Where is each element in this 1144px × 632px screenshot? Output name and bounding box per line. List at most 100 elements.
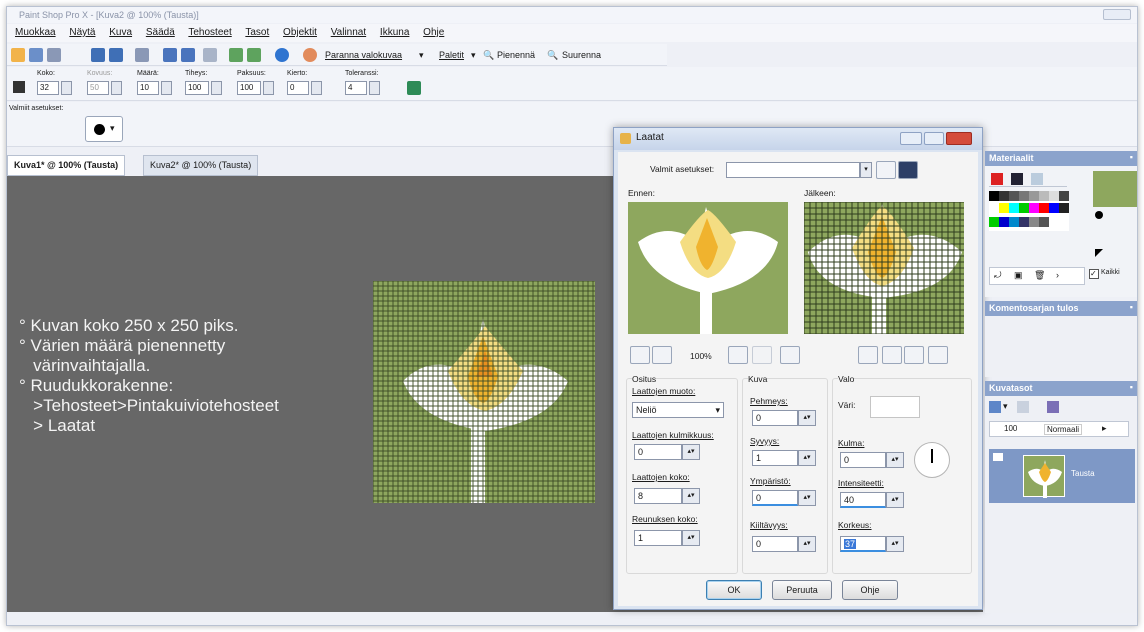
ambience-field[interactable]: 0: [752, 490, 798, 506]
navigate-icon[interactable]: [780, 346, 800, 364]
fit-icon[interactable]: [728, 346, 748, 364]
palette-tab-icon[interactable]: [991, 173, 1003, 185]
elevation-field[interactable]: 37: [840, 536, 886, 552]
menu-ikkuna[interactable]: Ikkuna: [380, 27, 409, 38]
depth-spinner[interactable]: ▴▾: [798, 450, 816, 466]
menu-ohje[interactable]: Ohje: [423, 27, 444, 38]
link-icon[interactable]: [1047, 401, 1059, 413]
enhance-photo-button[interactable]: Paranna valokuvaa: [325, 50, 402, 60]
brush-preset-button[interactable]: ▾: [85, 116, 123, 142]
redo-icon[interactable]: [181, 48, 195, 62]
minimize-button[interactable]: [900, 132, 922, 145]
thickness-spinner[interactable]: [263, 81, 274, 95]
mask-icon[interactable]: [1017, 401, 1029, 413]
color-swatches[interactable]: [989, 191, 1069, 231]
tiled-flower-image[interactable]: [373, 281, 595, 503]
new-icon[interactable]: [11, 48, 25, 62]
save-preset-icon[interactable]: [898, 161, 918, 179]
border-spinner[interactable]: ▴▾: [682, 530, 700, 546]
angle-field[interactable]: 0: [634, 444, 682, 460]
chevron-down-icon[interactable]: ▾: [1003, 401, 1008, 412]
chevron-down-icon[interactable]: ▾: [419, 50, 424, 61]
density-spinner[interactable]: [211, 81, 222, 95]
menu-valinnat[interactable]: Valinnat: [331, 27, 366, 38]
blend-mode-dropdown[interactable]: Normaali: [1044, 424, 1083, 435]
save-as-icon[interactable]: [109, 48, 123, 62]
shininess-spinner[interactable]: ▴▾: [798, 536, 816, 552]
dropper-icon[interactable]: ⤾: [994, 270, 1002, 281]
menu-nayta[interactable]: Näytä: [69, 27, 95, 38]
swap-icon[interactable]: [1095, 249, 1103, 257]
tolerance-spinner[interactable]: [369, 81, 380, 95]
light-angle-spinner[interactable]: ▴▾: [886, 452, 904, 468]
close-icon[interactable]: ▪: [1130, 382, 1133, 392]
all-tools-checkbox[interactable]: ✓: [1089, 269, 1099, 279]
density-field[interactable]: 100: [185, 81, 209, 95]
rotate-icon[interactable]: [247, 48, 261, 62]
intensity-field[interactable]: 40: [840, 492, 886, 508]
layer-row[interactable]: Tausta: [989, 449, 1135, 503]
style-icon[interactable]: [1095, 211, 1103, 219]
zoom-in-icon[interactable]: 🔍: [547, 50, 558, 61]
thickness-field[interactable]: 100: [237, 81, 261, 95]
presets-dropdown[interactable]: [726, 162, 860, 178]
menu-tasot[interactable]: Tasot: [245, 27, 269, 38]
ambience-spinner[interactable]: ▴▾: [798, 490, 816, 506]
chevron-down-icon[interactable]: ▾: [860, 162, 872, 178]
light-color-swatch[interactable]: [870, 396, 920, 418]
elevation-spinner[interactable]: ▴▾: [886, 536, 904, 552]
border-field[interactable]: 1: [634, 530, 682, 546]
softness-spinner[interactable]: ▴▾: [798, 410, 816, 426]
tile-size-spinner[interactable]: ▴▾: [682, 488, 700, 504]
angle-spinner[interactable]: ▴▾: [682, 444, 700, 460]
tab-kuva2[interactable]: Kuva2* @ 100% (Tausta): [143, 155, 259, 176]
print-icon[interactable]: [135, 48, 149, 62]
chevron-right-icon[interactable]: ›: [1056, 270, 1059, 280]
open-icon[interactable]: [29, 48, 43, 62]
help-button[interactable]: Ohje: [842, 580, 898, 600]
light-angle-field[interactable]: 0: [840, 452, 886, 468]
resize-icon[interactable]: [229, 48, 243, 62]
size-spinner[interactable]: [61, 81, 72, 95]
menu-objektit[interactable]: Objektit: [283, 27, 317, 38]
trash-icon[interactable]: 🗑: [1034, 270, 1045, 281]
reset-icon[interactable]: [876, 161, 896, 179]
menu-tehosteet[interactable]: Tehosteet: [188, 27, 231, 38]
shape-dropdown[interactable]: Neliö ▾: [632, 402, 724, 418]
zoom-in-icon[interactable]: [630, 346, 650, 364]
close-icon[interactable]: ▪: [1130, 152, 1133, 162]
menu-kuva[interactable]: Kuva: [109, 27, 132, 38]
preview-toggle-icon[interactable]: [858, 346, 878, 364]
tab-kuva1[interactable]: Kuva1* @ 100% (Tausta): [7, 155, 126, 176]
proof-icon[interactable]: [904, 346, 924, 364]
undo-icon[interactable]: [163, 48, 177, 62]
zoom-out-button[interactable]: Pienennä: [497, 50, 535, 60]
chevron-right-icon[interactable]: ▸: [1102, 423, 1107, 434]
browse-icon[interactable]: [47, 48, 61, 62]
depth-field[interactable]: 1: [752, 450, 798, 466]
visibility-icon[interactable]: [993, 453, 1003, 461]
enhance-icon[interactable]: [303, 48, 317, 62]
reset-icon[interactable]: [882, 346, 902, 364]
shininess-field[interactable]: 0: [752, 536, 798, 552]
tile-size-field[interactable]: 8: [634, 488, 682, 504]
palettes-button[interactable]: Paletit: [439, 50, 464, 60]
window-controls[interactable]: [1103, 9, 1131, 20]
opacity-value[interactable]: 100: [1004, 424, 1017, 433]
hardness-spinner[interactable]: [111, 81, 122, 95]
angle-dial[interactable]: [914, 442, 950, 478]
rotation-spinner[interactable]: [311, 81, 322, 95]
rotation-field[interactable]: 0: [287, 81, 309, 95]
randomize-icon[interactable]: [928, 346, 948, 364]
save-preset-icon[interactable]: [407, 81, 421, 95]
zoom-in-button[interactable]: Suurenna: [562, 50, 601, 60]
zoom-out-icon[interactable]: 🔍: [483, 50, 494, 61]
pattern-tab-icon[interactable]: [1031, 173, 1043, 185]
amount-spinner[interactable]: [161, 81, 172, 95]
swatches-tab-icon[interactable]: [1011, 173, 1023, 185]
new-layer-icon[interactable]: [989, 401, 1001, 413]
brush-shape-icon[interactable]: [13, 81, 25, 93]
chevron-down-icon[interactable]: ▾: [471, 50, 476, 61]
cancel-button[interactable]: Peruuta: [772, 580, 832, 600]
close-button[interactable]: [946, 132, 972, 145]
